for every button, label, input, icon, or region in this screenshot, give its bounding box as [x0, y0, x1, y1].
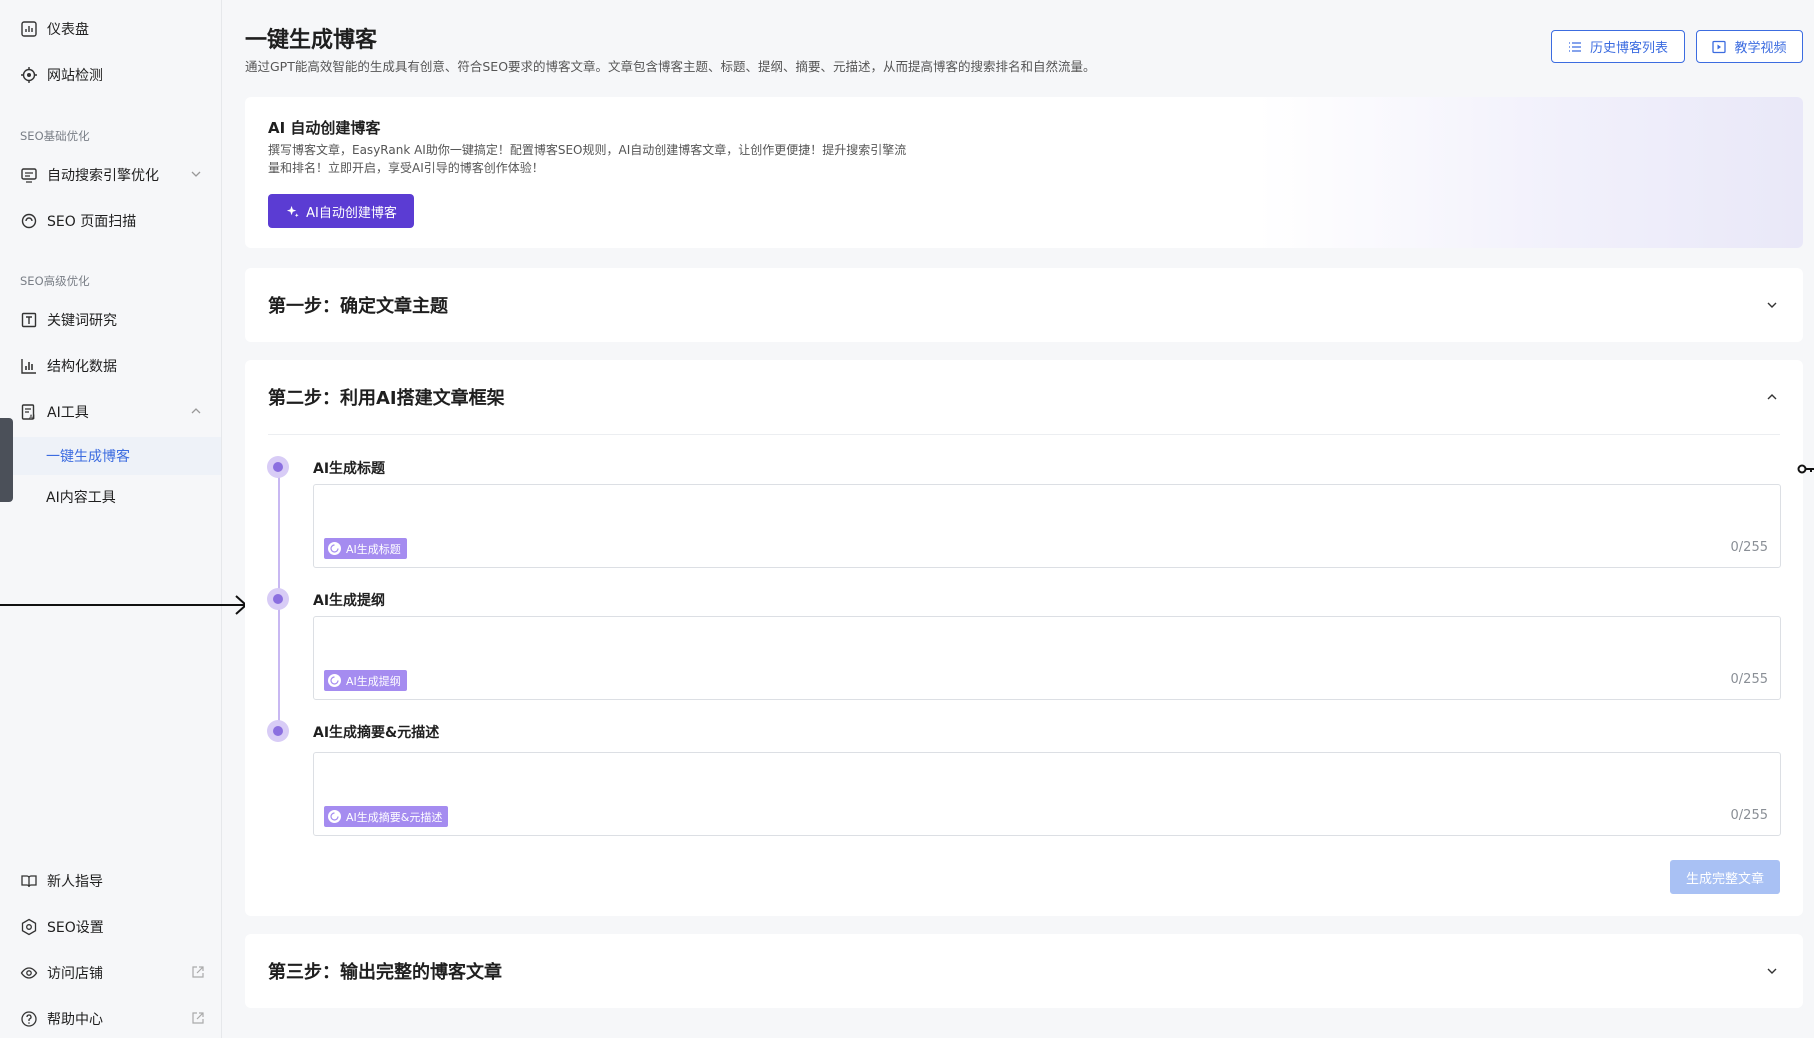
help-icon	[20, 1010, 38, 1028]
sparkle-icon	[287, 205, 299, 217]
sidebar-item-onboarding[interactable]: 新人指导	[0, 863, 221, 899]
sidebar-item-dashboard[interactable]: 仪表盘	[0, 11, 221, 47]
key-icon	[1797, 464, 1814, 474]
sidebar-item-label: 一键生成博客	[46, 449, 130, 465]
target-icon	[20, 66, 38, 84]
tutorial-button-label: 教学视频	[1734, 41, 1787, 56]
svg-text:AI: AI	[29, 414, 35, 421]
loading-icon	[328, 810, 341, 823]
page-description: 通过GPT能高效智能的生成具有创意、符合SEO要求的博客文章。文章包含博客主题、…	[245, 59, 1096, 74]
step2-panel: 第二步：利用AI搭建文章框架 AI生成标题 AI生成标题 0/255 AI生成提…	[245, 360, 1803, 916]
eye-icon	[20, 964, 38, 982]
sidebar-item-structured-data[interactable]: 结构化数据	[0, 348, 221, 384]
text-box-icon	[20, 311, 38, 329]
list-icon	[1568, 41, 1581, 52]
sidebar-item-label: AI内容工具	[46, 490, 116, 506]
bar-chart-icon	[20, 357, 38, 375]
hero-button-label: AI自动创建博客	[306, 205, 397, 221]
sidebar-item-label: 关键词研究	[47, 313, 117, 329]
loading-icon	[328, 542, 341, 555]
collapse-tab[interactable]	[0, 418, 13, 502]
sidebar-item-help-center[interactable]: 帮助中心	[0, 1001, 221, 1037]
sidebar-item-label: 访问店铺	[47, 966, 103, 982]
step2-title: 第二步：利用AI搭建文章框架	[268, 388, 505, 409]
ai-generate-title-button[interactable]: AI生成标题	[324, 538, 407, 559]
sidebar-item-keyword-research[interactable]: 关键词研究	[0, 302, 221, 338]
ai-auto-create-blog-button[interactable]: AI自动创建博客	[268, 194, 414, 228]
summary-field-label: AI生成摘要&元描述	[313, 725, 440, 741]
timeline-dot	[267, 456, 289, 478]
external-link-icon	[192, 1012, 204, 1024]
video-icon	[1712, 40, 1727, 53]
sidebar-item-auto-seo[interactable]: 自动搜索引擎优化	[0, 157, 221, 193]
outline-field-label: AI生成提纲	[313, 593, 386, 609]
timeline-dot	[267, 720, 289, 742]
char-counter: 0/255	[1730, 808, 1768, 823]
dashboard-icon	[20, 20, 38, 38]
sidebar-item-site-check[interactable]: 网站检测	[0, 57, 221, 93]
ai-create-blog-card: AI 自动创建博客 撰写博客文章，EasyRank AI助你一键搞定！配置博客S…	[245, 97, 1803, 248]
sidebar-item-label: AI工具	[47, 405, 89, 421]
section-seo-basic: SEO基础优化	[20, 129, 90, 143]
external-link-icon	[192, 966, 204, 978]
section-seo-advanced: SEO高级优化	[20, 274, 90, 288]
ai-generate-outline-button[interactable]: AI生成提纲	[324, 670, 407, 691]
step1-panel[interactable]: 第一步：确定文章主题	[245, 268, 1803, 342]
sidebar-item-one-click-blog[interactable]: 一键生成博客	[0, 437, 221, 475]
step3-title: 第三步：输出完整的博客文章	[268, 962, 502, 983]
step1-title: 第一步：确定文章主题	[268, 296, 448, 317]
monitor-icon	[20, 166, 38, 184]
book-icon	[20, 872, 38, 890]
ai-generate-summary-button[interactable]: AI生成摘要&元描述	[324, 806, 449, 827]
sidebar-item-label: 新人指导	[47, 874, 103, 890]
hero-description: 撰写博客文章，EasyRank AI助你一键搞定！配置博客SEO规则，AI自动创…	[268, 143, 907, 175]
sidebar-item-seo-scan[interactable]: SEO 页面扫描	[0, 203, 221, 239]
char-counter: 0/255	[1730, 540, 1768, 555]
sidebar: 仪表盘 网站检测 SEO基础优化 自动搜索引擎优化 SEO 页面扫描 SEO高级…	[0, 0, 222, 1038]
sidebar-item-label: 自动搜索引擎优化	[47, 168, 159, 184]
sidebar-item-label: 结构化数据	[47, 359, 117, 375]
history-blog-list-button[interactable]: 历史博客列表	[1551, 30, 1685, 63]
outline-textarea[interactable]: AI生成提纲 0/255	[313, 616, 1781, 700]
summary-meta-textarea[interactable]: AI生成摘要&元描述 0/255	[313, 752, 1781, 836]
chip-label: AI生成提纲	[346, 674, 401, 688]
sidebar-item-ai-content-tool[interactable]: AI内容工具	[0, 479, 221, 515]
history-button-label: 历史博客列表	[1589, 41, 1668, 56]
chip-label: AI生成摘要&元描述	[346, 810, 443, 824]
chevron-up-icon[interactable]	[1765, 390, 1779, 404]
sidebar-item-seo-settings[interactable]: SEO设置	[0, 909, 221, 945]
ai-doc-icon: AI	[20, 403, 38, 421]
title-field-label: AI生成标题	[313, 461, 386, 477]
sidebar-item-label: SEO 页面扫描	[47, 214, 137, 230]
arrow-right-icon	[0, 595, 248, 615]
sidebar-item-ai-tools[interactable]: AI AI工具	[0, 394, 221, 430]
sidebar-item-label: 仪表盘	[47, 22, 89, 38]
chevron-down-icon[interactable]	[1765, 964, 1779, 978]
page-title: 一键生成博客	[245, 28, 378, 53]
sidebar-item-label: 帮助中心	[47, 1012, 103, 1028]
generate-full-article-button[interactable]: 生成完整文章	[1670, 860, 1780, 894]
sidebar-item-label: SEO设置	[47, 920, 104, 936]
chip-label: AI生成标题	[346, 542, 401, 556]
tutorial-video-button[interactable]: 教学视频	[1696, 30, 1803, 63]
hero-title: AI 自动创建博客	[268, 119, 381, 137]
chevron-up-icon	[191, 408, 201, 414]
loading-icon	[328, 674, 341, 687]
timeline-dot	[267, 588, 289, 610]
chevron-down-icon	[191, 171, 201, 177]
sidebar-item-label: 网站检测	[47, 68, 103, 84]
scan-icon	[20, 212, 38, 230]
sidebar-item-visit-store[interactable]: 访问店铺	[0, 955, 221, 991]
chevron-down-icon[interactable]	[1765, 298, 1779, 312]
char-counter: 0/255	[1730, 672, 1768, 687]
step3-panel[interactable]: 第三步：输出完整的博客文章	[245, 934, 1803, 1008]
hex-gear-icon	[20, 918, 38, 936]
title-textarea[interactable]: AI生成标题 0/255	[313, 484, 1781, 568]
divider	[268, 434, 1780, 435]
